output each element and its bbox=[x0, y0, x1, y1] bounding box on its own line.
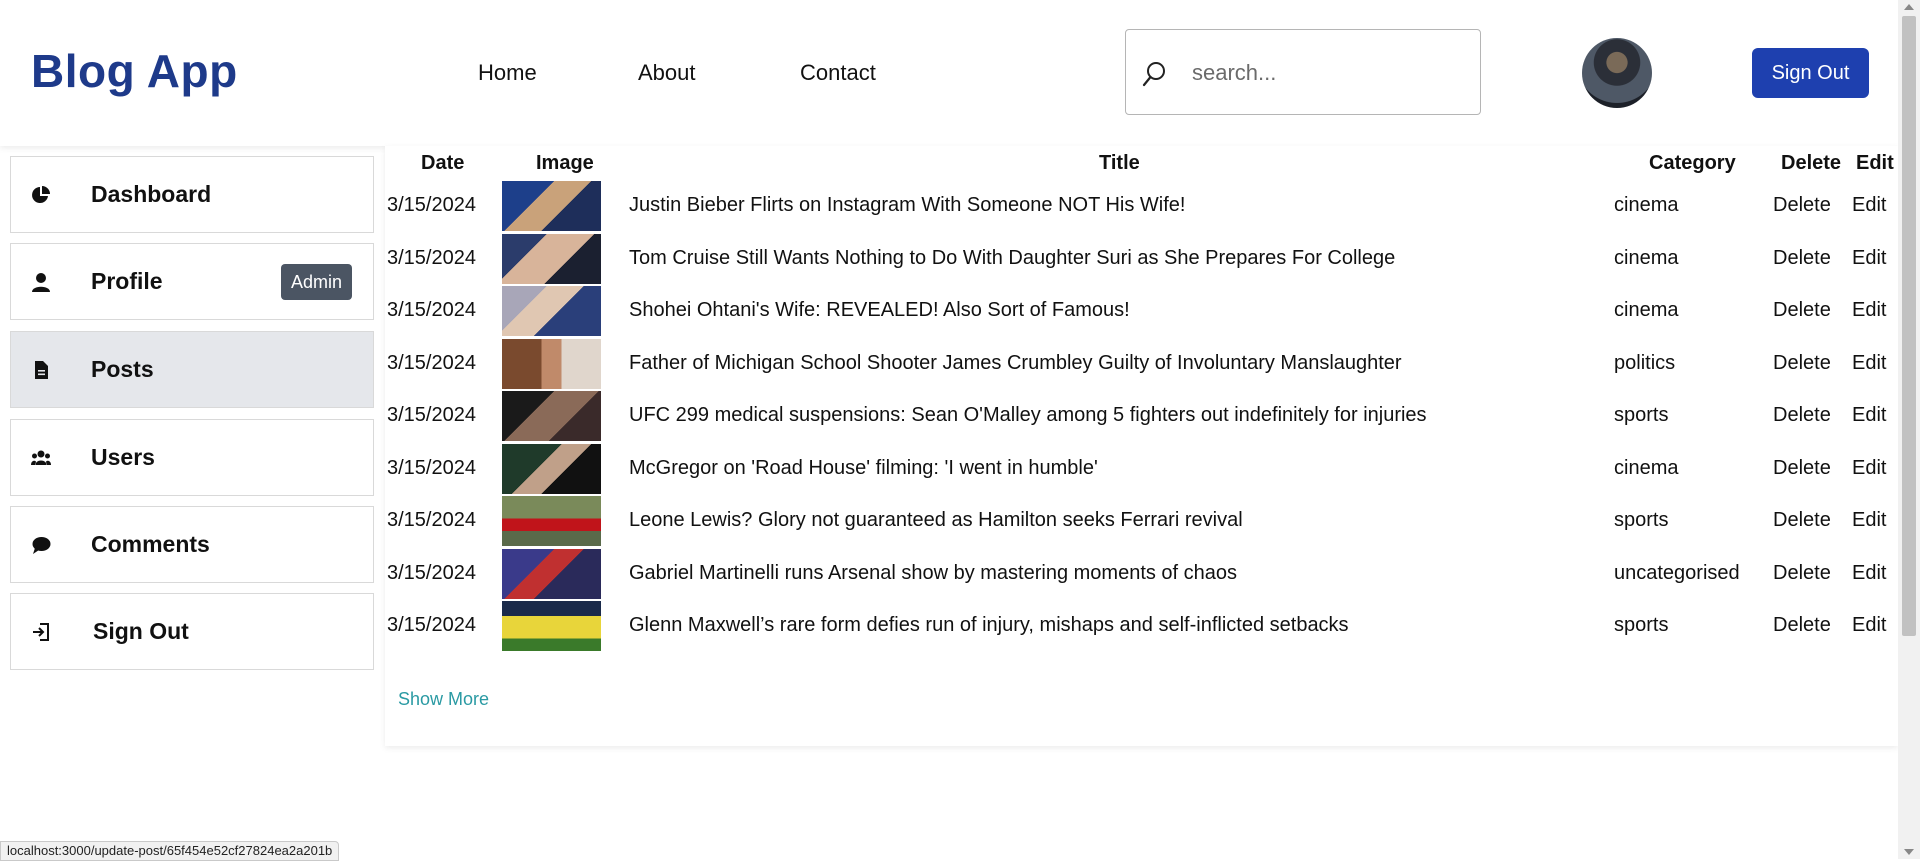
post-date: 3/15/2024 bbox=[387, 614, 476, 636]
delete-post-button[interactable]: Delete bbox=[1773, 299, 1831, 322]
delete-post-button[interactable]: Delete bbox=[1773, 457, 1831, 480]
post-title-link[interactable]: Leone Lewis? Glory not guaranteed as Ham… bbox=[629, 509, 1243, 532]
sidebar-item-label: Posts bbox=[91, 356, 154, 382]
post-date: 3/15/2024 bbox=[387, 351, 476, 374]
post-category: sports bbox=[1614, 614, 1669, 636]
comment-icon bbox=[32, 537, 51, 554]
column-header-title[interactable]: Title bbox=[1099, 152, 1140, 175]
column-header-date[interactable]: Date bbox=[421, 152, 464, 175]
sidebar-item-label: Profile bbox=[91, 268, 163, 294]
scroll-up-arrow[interactable] bbox=[1904, 4, 1914, 10]
post-date: 3/15/2024 bbox=[387, 561, 476, 584]
user-icon bbox=[32, 273, 50, 292]
post-category: cinema bbox=[1614, 299, 1679, 321]
post-thumbnail[interactable] bbox=[502, 233, 601, 284]
edit-post-link[interactable]: Edit bbox=[1852, 194, 1886, 217]
edit-post-link[interactable]: Edit bbox=[1852, 352, 1886, 375]
user-avatar[interactable] bbox=[1582, 38, 1652, 108]
sign-out-icon bbox=[33, 623, 49, 641]
role-badge: Admin bbox=[281, 264, 353, 300]
edit-post-link[interactable]: Edit bbox=[1852, 509, 1886, 532]
column-header-category[interactable]: Category bbox=[1649, 152, 1736, 175]
delete-post-button[interactable]: Delete bbox=[1773, 562, 1831, 585]
edit-post-link[interactable]: Edit bbox=[1852, 247, 1886, 270]
column-header-edit[interactable]: Edit bbox=[1856, 152, 1894, 175]
post-thumbnail[interactable] bbox=[502, 548, 601, 599]
post-category: sports bbox=[1614, 404, 1669, 426]
post-date: 3/15/2024 bbox=[387, 456, 476, 479]
sidebar-item-label: Comments bbox=[91, 531, 210, 557]
sidebar-item-label: Users bbox=[91, 444, 155, 470]
post-thumbnail[interactable] bbox=[502, 496, 601, 546]
posts-table-panel bbox=[385, 146, 1898, 746]
post-category: cinema bbox=[1614, 456, 1679, 479]
post-category: sports bbox=[1614, 509, 1669, 531]
post-date: 3/15/2024 bbox=[387, 246, 476, 269]
sidebar-item-users[interactable]: Users bbox=[10, 419, 374, 496]
post-thumbnail[interactable] bbox=[502, 181, 601, 231]
post-category: cinema bbox=[1614, 246, 1679, 269]
sidebar-item-label: Dashboard bbox=[91, 181, 212, 207]
post-category: uncategorised bbox=[1614, 561, 1740, 584]
header-sign-out-button[interactable]: Sign Out bbox=[1752, 48, 1869, 98]
nav-contact-link[interactable]: Contact bbox=[800, 60, 876, 86]
nav-about-link[interactable]: About bbox=[638, 60, 696, 86]
post-thumbnail[interactable] bbox=[502, 601, 601, 651]
sidebar-item-comments[interactable]: Comments bbox=[10, 506, 374, 583]
delete-post-button[interactable]: Delete bbox=[1773, 352, 1831, 375]
post-thumbnail[interactable] bbox=[502, 338, 601, 389]
edit-post-link[interactable]: Edit bbox=[1852, 457, 1886, 480]
delete-post-button[interactable]: Delete bbox=[1773, 247, 1831, 270]
post-thumbnail[interactable] bbox=[502, 443, 601, 494]
delete-post-button[interactable]: Delete bbox=[1773, 404, 1831, 427]
post-title-link[interactable]: Father of Michigan School Shooter James … bbox=[629, 352, 1402, 375]
delete-post-button[interactable]: Delete bbox=[1773, 509, 1831, 532]
post-title-link[interactable]: Tom Cruise Still Wants Nothing to Do Wit… bbox=[629, 247, 1395, 270]
post-thumbnail[interactable] bbox=[502, 391, 601, 441]
column-header-delete[interactable]: Delete bbox=[1781, 152, 1841, 175]
post-date: 3/15/2024 bbox=[387, 299, 476, 321]
search-input[interactable] bbox=[1190, 50, 1464, 96]
sidebar-item-dashboard[interactable]: Dashboard bbox=[10, 156, 374, 233]
edit-post-link[interactable]: Edit bbox=[1852, 562, 1886, 585]
post-category: politics bbox=[1614, 351, 1676, 374]
post-title-link[interactable]: Gabriel Martinelli runs Arsenal show by … bbox=[629, 562, 1237, 585]
search-icon bbox=[1142, 62, 1165, 87]
edit-post-link[interactable]: Edit bbox=[1852, 404, 1886, 427]
post-thumbnail[interactable] bbox=[502, 286, 601, 336]
delete-post-button[interactable]: Delete bbox=[1773, 194, 1831, 217]
post-date: 3/15/2024 bbox=[387, 404, 476, 426]
post-title-link[interactable]: McGregor on 'Road House' filming: 'I wen… bbox=[629, 457, 1098, 480]
post-date: 3/15/2024 bbox=[387, 194, 476, 216]
sidebar-item-sign-out[interactable]: Sign Out bbox=[10, 593, 374, 670]
sidebar-item-profile[interactable]: Profile Admin bbox=[10, 243, 374, 320]
status-bar-url: localhost:3000/update-post/65f454e52cf27… bbox=[0, 841, 340, 861]
page-scrollbar[interactable] bbox=[1898, 0, 1920, 859]
users-icon bbox=[31, 450, 51, 465]
top-header: Blog App Home About Contact Sign Out bbox=[0, 0, 1898, 146]
show-more-link[interactable]: Show More bbox=[398, 689, 489, 710]
delete-post-button[interactable]: Delete bbox=[1773, 614, 1831, 637]
post-title-link[interactable]: Shohei Ohtani's Wife: REVEALED! Also Sor… bbox=[629, 299, 1130, 322]
column-header-image[interactable]: Image bbox=[536, 152, 594, 175]
search-box[interactable] bbox=[1125, 29, 1481, 115]
app-logo[interactable]: Blog App bbox=[31, 44, 238, 98]
scroll-down-arrow[interactable] bbox=[1904, 849, 1914, 855]
post-category: cinema bbox=[1614, 194, 1679, 216]
edit-post-link[interactable]: Edit bbox=[1852, 299, 1886, 322]
scrollbar-thumb[interactable] bbox=[1902, 16, 1916, 636]
post-date: 3/15/2024 bbox=[387, 509, 476, 531]
sidebar-item-posts[interactable]: Posts bbox=[10, 331, 374, 408]
post-title-link[interactable]: Justin Bieber Flirts on Instagram With S… bbox=[629, 194, 1185, 217]
sidebar-item-label: Sign Out bbox=[93, 618, 189, 644]
document-icon bbox=[35, 361, 48, 379]
post-title-link[interactable]: UFC 299 medical suspensions: Sean O'Mall… bbox=[629, 404, 1427, 427]
edit-post-link[interactable]: Edit bbox=[1852, 614, 1886, 637]
pie-chart-icon bbox=[32, 186, 50, 203]
post-title-link[interactable]: Glenn Maxwell’s rare form defies run of … bbox=[629, 614, 1349, 637]
nav-home-link[interactable]: Home bbox=[478, 60, 537, 86]
